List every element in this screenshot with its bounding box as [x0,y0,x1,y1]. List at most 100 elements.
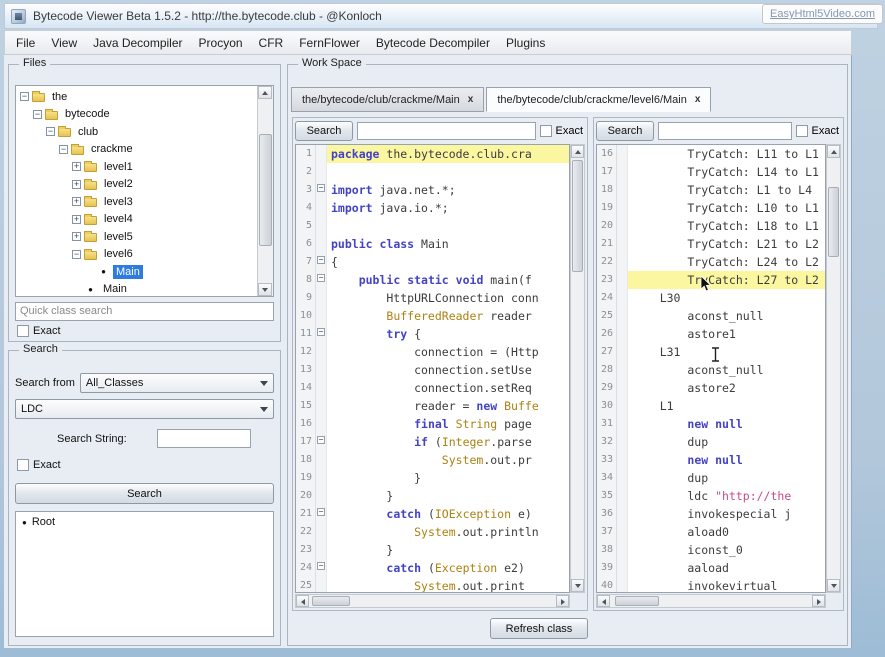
code-line[interactable]: 22 TryCatch: L24 to L2 [597,253,825,271]
tree-expander-icon[interactable]: + [72,180,81,189]
code-line[interactable]: 20 } [296,487,569,505]
exact-checkbox[interactable] [540,125,552,137]
scroll-left-icon[interactable] [296,595,309,607]
tree-expander-icon[interactable]: + [72,215,81,224]
code-line[interactable]: 16 final String page [296,415,569,433]
code-line[interactable]: 40 invokevirtual [597,577,825,593]
tree-item[interactable]: +level4 [16,211,257,229]
menu-item[interactable]: CFR [251,32,292,54]
code-line[interactable]: 17 TryCatch: L14 to L1 [597,163,825,181]
scrollbar-thumb[interactable] [572,160,583,272]
code-line[interactable]: 18 TryCatch: L1 to L4 [597,181,825,199]
tree-item[interactable]: +level2 [16,176,257,194]
scroll-left-icon[interactable] [597,595,610,607]
scroll-down-icon[interactable] [258,283,272,296]
code-line[interactable]: 5 [296,217,569,235]
tree-item[interactable]: +level3 [16,193,257,211]
tree-expander-icon[interactable]: + [72,197,81,206]
code-line[interactable]: 38 iconst_0 [597,541,825,559]
editor-search-input[interactable] [357,122,536,140]
code-line[interactable]: 16 TryCatch: L11 to L1 [597,145,825,163]
scroll-up-icon[interactable] [571,145,584,158]
code-line[interactable]: 13 connection.setUse [296,361,569,379]
tab-close-icon[interactable]: x [468,94,474,105]
code-line[interactable]: 21 TryCatch: L21 to L2 [597,235,825,253]
fold-toggle-icon[interactable]: − [316,433,327,451]
code-line[interactable]: 29 astore2 [597,379,825,397]
tree-item[interactable]: −the [16,88,257,106]
code-line[interactable]: 22 System.out.println [296,523,569,541]
fold-toggle-icon[interactable]: − [316,181,327,199]
code-line[interactable]: 37 aload0 [597,523,825,541]
fold-toggle-icon[interactable]: − [316,271,327,289]
code-line[interactable]: 20 TryCatch: L18 to L1 [597,217,825,235]
scrollbar-thumb[interactable] [828,187,839,257]
code-line[interactable]: 14 connection.setReq [296,379,569,397]
tab-close-icon[interactable]: x [695,94,701,105]
code-line[interactable]: 21− catch (IOException e) [296,505,569,523]
menu-item[interactable]: Procyon [191,32,251,54]
code-line[interactable]: 24− catch (Exception e2) [296,559,569,577]
tree-item[interactable]: −bytecode [16,106,257,124]
tab[interactable]: the/bytecode/club/crackme/Mainx [291,87,484,112]
menu-item[interactable]: FernFlower [291,32,368,54]
code-line[interactable]: 19 TryCatch: L10 to L1 [597,199,825,217]
code-line[interactable]: 9 HttpURLConnection conn [296,289,569,307]
menu-item[interactable]: File [8,32,43,54]
tree-expander-icon[interactable]: + [72,162,81,171]
tree-expander-icon[interactable]: − [46,127,55,136]
tree-item[interactable]: −level6 [16,246,257,264]
code-line[interactable]: 35 ldc "http://the [597,487,825,505]
code-line[interactable]: 39 aaload [597,559,825,577]
code-line[interactable]: 32 dup [597,433,825,451]
code-line[interactable]: 12 connection = (Http [296,343,569,361]
fold-toggle-icon[interactable]: − [316,325,327,343]
code-line[interactable]: 25 aconst_null [597,307,825,325]
code-line[interactable]: 7−{ [296,253,569,271]
tree-expander-icon[interactable]: − [72,250,81,259]
search-button[interactable]: Search [295,121,353,141]
code-line[interactable]: 10 BufferedReader reader [296,307,569,325]
tree-expander-icon[interactable]: − [59,145,68,154]
code-line[interactable]: 19 } [296,469,569,487]
search-type-select[interactable]: LDC [15,399,274,419]
tree-item[interactable]: −club [16,123,257,141]
exact-checkbox[interactable] [796,125,808,137]
code-line[interactable]: 31 new null [597,415,825,433]
code-line[interactable]: 17− if (Integer.parse [296,433,569,451]
bytecode-code[interactable]: 16 TryCatch: L11 to L117 TryCatch: L14 t… [596,144,826,593]
menu-item[interactable]: View [43,32,85,54]
code-line[interactable]: 4import java.io.*; [296,199,569,217]
code-line[interactable]: 33 new null [597,451,825,469]
refresh-class-button[interactable]: Refresh class [490,618,588,639]
code-line[interactable]: 11− try { [296,325,569,343]
horizontal-scrollbar[interactable] [295,594,570,608]
scroll-down-icon[interactable] [571,579,584,592]
title-bar[interactable]: Bytecode Viewer Beta 1.5.2 - http://the.… [4,3,878,29]
scroll-down-icon[interactable] [827,579,840,592]
code-line[interactable]: 30 L1 [597,397,825,415]
fold-toggle-icon[interactable]: − [316,559,327,577]
code-line[interactable]: 2 [296,163,569,181]
scroll-up-icon[interactable] [827,145,840,158]
code-line[interactable]: 36 invokespecial j [597,505,825,523]
file-tree-scrollbar[interactable] [257,86,273,296]
exact-checkbox[interactable] [17,325,29,337]
search-string-input[interactable] [157,429,251,448]
code-line[interactable]: 3−import java.net.*; [296,181,569,199]
code-line[interactable]: 26 astore1 [597,325,825,343]
tree-item[interactable]: +level5 [16,228,257,246]
tree-item[interactable]: ●Main [16,263,257,281]
exact-checkbox[interactable] [17,459,29,471]
code-line[interactable]: 34 dup [597,469,825,487]
tree-item[interactable]: +level1 [16,158,257,176]
menu-item[interactable]: Java Decompiler [85,32,190,54]
search-button[interactable]: Search [15,483,274,504]
scroll-right-icon[interactable] [556,595,569,607]
code-line[interactable]: 25 System.out.print [296,577,569,593]
code-line[interactable]: 6public class Main [296,235,569,253]
search-result-item[interactable]: ●Root [16,512,273,532]
tab[interactable]: the/bytecode/club/crackme/level6/Mainx [486,87,711,112]
code-line[interactable]: 8− public static void main(f [296,271,569,289]
fold-toggle-icon[interactable]: − [316,505,327,523]
